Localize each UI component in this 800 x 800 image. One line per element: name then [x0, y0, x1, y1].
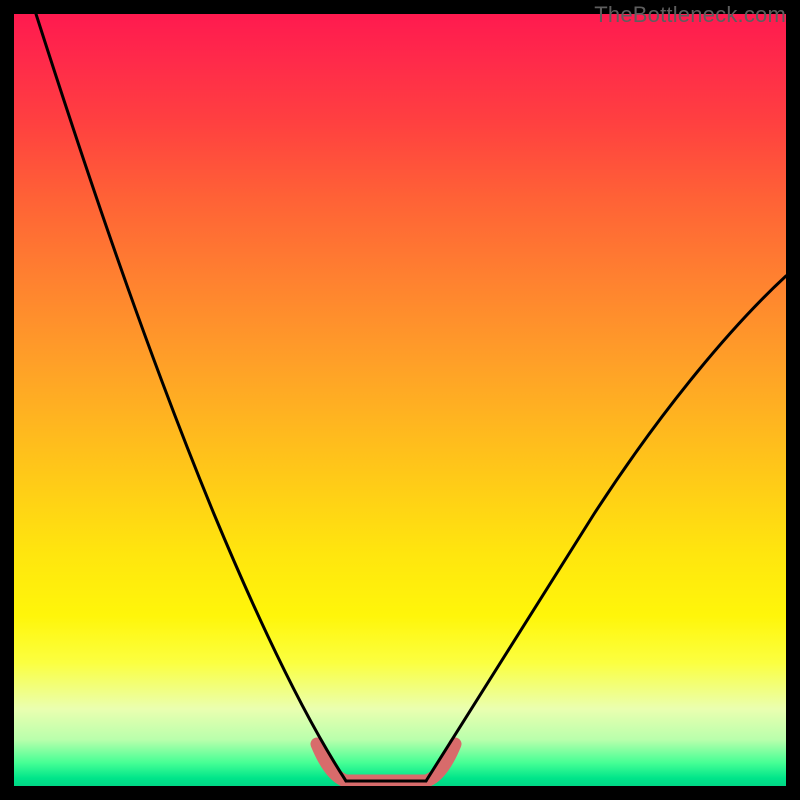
bottleneck-chart-curves — [14, 14, 786, 786]
curve-left — [36, 14, 346, 781]
curve-right — [426, 276, 786, 781]
valley-highlight — [317, 744, 455, 781]
